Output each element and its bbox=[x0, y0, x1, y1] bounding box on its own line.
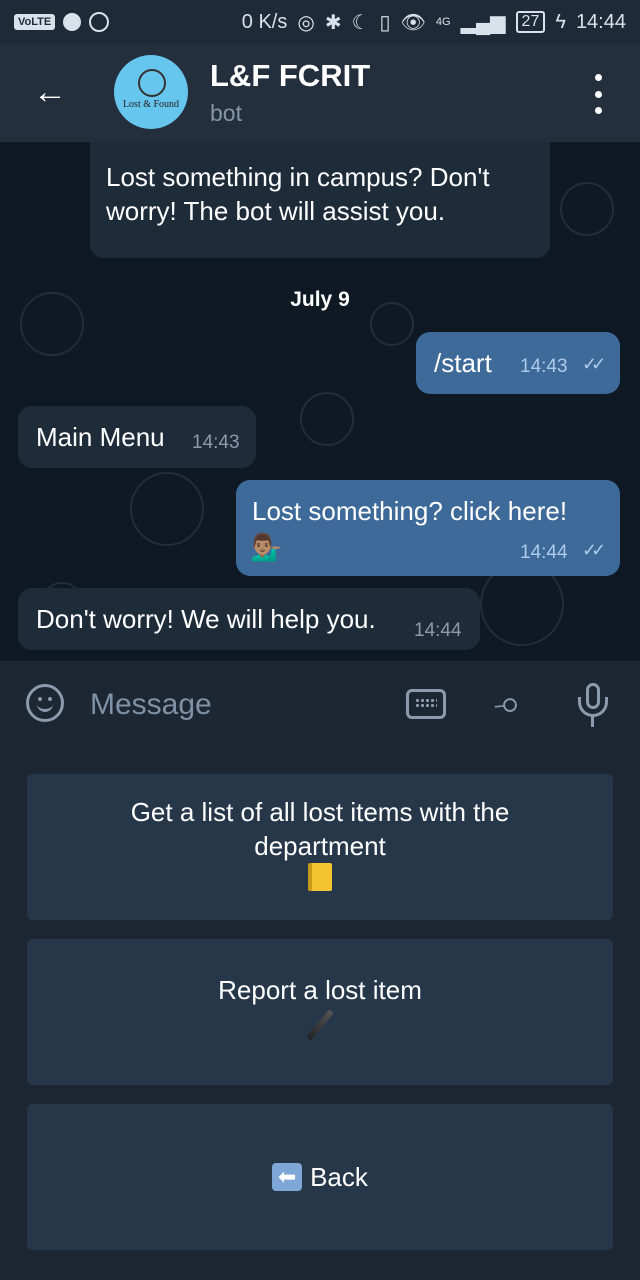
charging-icon: ϟ bbox=[555, 10, 566, 33]
button-label: Back bbox=[310, 1162, 368, 1192]
message-input[interactable] bbox=[88, 681, 382, 729]
message-composer: ⌕ bbox=[0, 660, 640, 748]
message-time: 14:44 bbox=[414, 620, 462, 641]
wallpaper-doodle bbox=[560, 182, 614, 236]
message-bubble-incoming[interactable]: Lost something in campus? Don't worry! T… bbox=[90, 142, 550, 258]
whatsapp-icon bbox=[89, 12, 110, 32]
wallpaper-doodle bbox=[370, 302, 414, 346]
volte-indicator: VoLTE bbox=[14, 14, 56, 30]
bluetooth-icon: ✱ bbox=[324, 11, 342, 34]
chat-header: ← Lost & Found L&F FCRIT bot bbox=[0, 44, 640, 142]
pen-icon bbox=[306, 1007, 334, 1051]
vibrate-icon: ▯ bbox=[379, 11, 391, 34]
eye-comfort-icon: 👁 bbox=[400, 11, 426, 34]
signal-icon: ▂▄▆ bbox=[460, 11, 506, 34]
status-bar: VoLTE 0 K/s ◎ ✱ ☾ ▯ 👁 4G ▂▄▆ 27 ϟ 14:44 bbox=[0, 0, 640, 44]
button-label: Get a list of all lost items with the de… bbox=[130, 797, 510, 861]
keyboard-icon[interactable] bbox=[406, 689, 446, 719]
paperclip-icon[interactable]: ⌕ bbox=[482, 674, 541, 734]
list-lost-items-button[interactable]: Get a list of all lost items with the de… bbox=[27, 774, 613, 920]
smile-icon[interactable] bbox=[26, 684, 64, 722]
message-text: Main Menu bbox=[36, 422, 165, 452]
spotify-icon bbox=[63, 13, 82, 31]
do-not-disturb-icon: ☾ bbox=[351, 11, 370, 34]
message-bubble-incoming[interactable]: Main Menu 14:43 bbox=[18, 406, 256, 468]
message-time: 14:43 bbox=[520, 356, 568, 377]
battery-indicator: 27 bbox=[515, 11, 546, 33]
chat-title[interactable]: L&F FCRIT bbox=[210, 58, 370, 94]
message-bubble-outgoing[interactable]: /start 14:43 ✓✓ bbox=[416, 332, 620, 394]
network-type: 4G bbox=[435, 16, 451, 28]
wallpaper-doodle bbox=[130, 472, 204, 546]
message-text: /start bbox=[434, 348, 492, 378]
avatar[interactable]: Lost & Found bbox=[114, 55, 188, 129]
wallpaper-doodle bbox=[300, 392, 354, 446]
microphone-icon[interactable] bbox=[578, 683, 608, 731]
message-time: 14:43 bbox=[192, 432, 240, 453]
message-text: Lost something? click here! bbox=[252, 496, 568, 526]
wallpaper-doodle bbox=[20, 292, 84, 356]
read-receipt-icon: ✓✓ bbox=[582, 540, 606, 560]
back-arrow-icon: ⬅ bbox=[272, 1163, 303, 1191]
date-separator: July 9 bbox=[290, 288, 350, 311]
report-lost-item-button[interactable]: Report a lost item bbox=[27, 939, 613, 1085]
network-speed: 0 K/s bbox=[241, 10, 288, 33]
status-left-icons: VoLTE bbox=[14, 12, 110, 32]
message-text: Lost something in campus? Don't worry! T… bbox=[106, 162, 490, 226]
message-bubble-incoming[interactable]: Don't worry! We will help you. 14:44 bbox=[18, 588, 480, 650]
chat-history[interactable]: Lost something in campus? Don't worry! T… bbox=[0, 142, 640, 660]
more-vertical-icon[interactable] bbox=[584, 74, 612, 114]
message-text: Don't worry! We will help you. bbox=[36, 604, 376, 634]
avatar-text: Lost & Found bbox=[122, 99, 180, 110]
message-bubble-outgoing[interactable]: Lost something? click here! 💁🏽‍♂️ 14:44 … bbox=[236, 480, 620, 576]
button-label: Report a lost item bbox=[218, 975, 422, 1005]
arrow-left-icon[interactable]: ← bbox=[30, 72, 70, 112]
status-time: 14:44 bbox=[575, 10, 626, 33]
notebook-icon bbox=[308, 863, 332, 899]
message-time: 14:44 bbox=[520, 542, 568, 563]
status-right-icons: 0 K/s ◎ ✱ ☾ ▯ 👁 4G ▂▄▆ 27 ϟ 14:44 bbox=[242, 10, 626, 35]
back-button[interactable]: ⬅ Back bbox=[27, 1104, 613, 1250]
read-receipt-icon: ✓✓ bbox=[582, 354, 606, 374]
hotspot-icon: ◎ bbox=[297, 11, 315, 34]
chat-subtitle: bot bbox=[210, 100, 242, 126]
lost-found-logo-icon bbox=[138, 69, 166, 97]
bot-keyboard: Get a list of all lost items with the de… bbox=[0, 748, 640, 1280]
person-tipping-hand-icon: 💁🏽‍♂️ bbox=[250, 532, 283, 562]
